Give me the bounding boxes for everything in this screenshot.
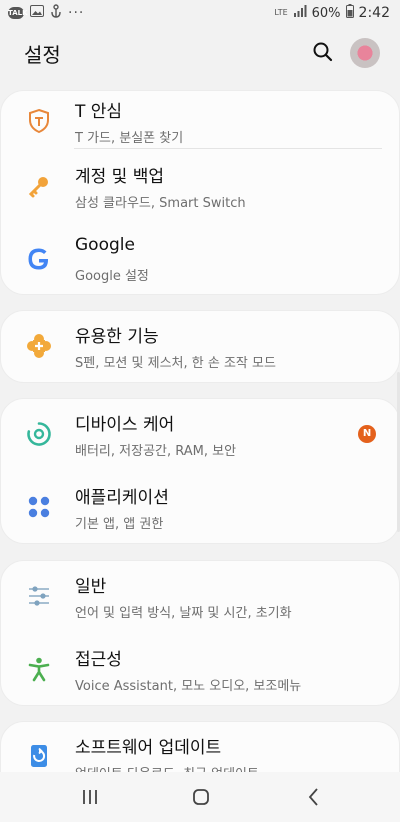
settings-item-accessibility[interactable]: 접근성 Voice Assistant, 모노 오디오, 보조메뉴	[0, 633, 400, 706]
item-label: 계정 및 백업	[75, 167, 165, 187]
item-label: 접근성	[75, 650, 122, 670]
settings-item-device-care[interactable]: 디바이스 케어 배터리, 저장공간, RAM, 보안 N	[0, 398, 400, 471]
recent-apps-icon	[83, 790, 97, 804]
settings-item-software-update[interactable]: 소프트웨어 업데이트 업데이트 다운로드, 최근 업데이트	[0, 721, 400, 773]
status-right: LTE 60% 2:42	[274, 4, 390, 22]
more-notifications-icon: ···	[68, 5, 85, 21]
back-button[interactable]	[302, 785, 326, 809]
accessibility-icon	[26, 656, 52, 682]
battery-percent: 60%	[311, 5, 341, 21]
new-badge: N	[358, 425, 376, 443]
recent-apps-button[interactable]	[78, 785, 102, 809]
item-label: 일반	[75, 577, 107, 597]
battery-icon	[345, 4, 354, 22]
item-label: 소프트웨어 업데이트	[75, 738, 222, 758]
page-title: 설정	[24, 43, 61, 67]
item-subtitle: Voice Assistant, 모노 오디오, 보조메뉴	[75, 679, 302, 694]
item-label: 애플리케이션	[75, 488, 169, 508]
settings-item-applications[interactable]: 애플리케이션 기본 앱, 앱 권한	[0, 471, 400, 544]
search-button[interactable]	[311, 40, 335, 64]
signal-icon	[293, 5, 307, 21]
item-label: Google	[75, 235, 135, 255]
item-subtitle: 언어 및 입력 방식, 날짜 및 시간, 초기화	[75, 606, 292, 621]
kakaotalk-icon: TALK	[8, 7, 28, 19]
profile-avatar[interactable]	[350, 38, 380, 68]
sliders-icon	[26, 583, 52, 609]
key-icon	[26, 173, 52, 199]
settings-item-google[interactable]: Google Google 설정	[0, 223, 400, 296]
home-button[interactable]	[189, 785, 213, 809]
settings-item-accounts-backup[interactable]: 계정 및 백업 삼성 클라우드, Smart Switch	[0, 150, 400, 223]
clock: 2:42	[358, 5, 390, 21]
t-shield-icon	[26, 108, 52, 134]
apps-grid-icon	[26, 494, 52, 520]
header: 설정	[0, 26, 400, 82]
device-care-icon	[26, 421, 52, 447]
item-subtitle: T 가드, 분실폰 찾기	[75, 131, 184, 146]
back-icon	[308, 788, 318, 806]
item-subtitle: 삼성 클라우드, Smart Switch	[75, 196, 246, 211]
network-type: LTE	[274, 8, 288, 17]
settings-item-useful-features[interactable]: 유용한 기능 S펜, 모션 및 제스처, 한 손 조작 모드	[0, 310, 400, 383]
home-icon	[193, 789, 209, 805]
item-subtitle: S펜, 모션 및 제스처, 한 손 조작 모드	[75, 356, 276, 371]
anchor-icon	[50, 4, 62, 22]
search-icon	[313, 42, 333, 62]
gallery-icon	[30, 5, 44, 21]
puzzle-plus-icon	[26, 333, 52, 359]
item-subtitle: 배터리, 저장공간, RAM, 보안	[75, 444, 237, 459]
item-subtitle: Google 설정	[75, 269, 149, 284]
item-subtitle: 기본 앱, 앱 권한	[75, 517, 164, 532]
settings-item-general[interactable]: 일반 언어 및 입력 방식, 날짜 및 시간, 초기화	[0, 560, 400, 633]
status-left: TALK ···	[8, 4, 84, 22]
software-update-icon	[26, 743, 52, 769]
divider	[74, 148, 382, 149]
item-label: 디바이스 케어	[75, 415, 175, 435]
item-label: T 안심	[75, 102, 123, 122]
google-icon	[26, 246, 52, 272]
item-label: 유용한 기능	[75, 327, 159, 347]
status-bar: TALK ··· LTE 60% 2:42	[0, 0, 400, 26]
navigation-bar	[0, 772, 400, 822]
